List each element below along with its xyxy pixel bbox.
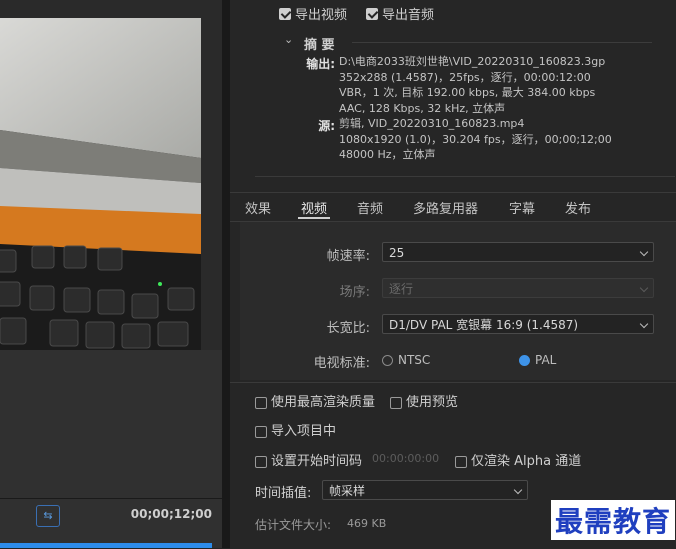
collapse-chevron-icon[interactable]: ⌄ [284,33,293,46]
source-line: 剪辑, VID_20220310_160823.mp4 [339,117,525,130]
output-line: VBR，1 次, 目标 192.00 kbps, 最大 384.00 kbps [339,86,596,99]
use-preview-check-icon[interactable] [390,396,402,409]
aspect-ratio-select[interactable]: D1/DV PAL 宽银幕 16:9 (1.4587) [382,314,654,334]
source-label: 源: [318,119,335,133]
aspect-ratio-label: 长宽比: [326,321,370,336]
output-details: D:\电商2033班刘世艳\VID_20220310_160823.3gp 35… [339,54,605,116]
chevron-down-icon [513,485,523,495]
file-size-value: 469 KB [347,517,387,530]
playback-range-bar[interactable] [0,543,212,548]
use-preview-checkbox[interactable]: 使用预览 [390,391,458,410]
tab-audio[interactable]: 音频 [357,198,383,217]
chevron-down-icon [639,319,649,329]
video-preview-frame [0,18,201,350]
preview-divider [0,498,222,499]
summary-title: 摘 要 [304,38,335,53]
tab-publish[interactable]: 发布 [565,198,591,217]
tab-multiplexer[interactable]: 多路复用器 [413,198,478,217]
output-line: D:\电商2033班刘世艳\VID_20220310_160823.3gp [339,55,606,68]
export-video-check-icon[interactable] [279,7,291,20]
alpha-only-check-icon[interactable] [455,455,467,468]
chevron-down-icon [639,247,649,257]
max-quality-check-icon[interactable] [255,396,267,409]
import-project-checkbox[interactable]: 导入项目中 [255,420,336,439]
tv-standard-label: 电视标准: [313,356,370,371]
output-line: 352x288 (1.4587)，25fps，逐行，00:00:12:00 [339,70,591,84]
summary-divider [352,42,652,43]
output-label: 输出: [306,57,335,71]
tab-video[interactable]: 视频 [301,198,327,217]
ntsc-radio[interactable]: NTSC [382,353,430,367]
start-timecode-checkbox[interactable]: 设置开始时间码 [255,450,362,469]
chevron-down-icon [639,283,649,293]
field-order-select: 逐行 [382,278,654,298]
pal-radio-icon[interactable] [519,354,530,366]
pal-radio[interactable]: PAL [519,353,556,367]
source-line: 1080x1920 (1.0)，30.204 fps，逐行，00;00;12;0… [339,132,612,146]
frame-rate-select[interactable]: 25 [382,242,654,262]
watermark-logo: 最需教育 [551,500,676,540]
source-line: 48000 Hz，立体声 [339,148,436,161]
frame-rate-label: 帧速率: [326,249,370,264]
tab-effects[interactable]: 效果 [245,198,271,217]
ntsc-radio-icon[interactable] [382,354,393,366]
active-tab-indicator [298,217,330,219]
fit-frame-icon[interactable]: ⇆ [36,505,60,527]
time-interpolation-label: 时间插值: [255,486,312,501]
start-timecode-check-icon[interactable] [255,455,267,468]
tab-captions[interactable]: 字幕 [509,198,535,217]
field-order-label: 场序: [339,285,370,300]
time-interpolation-select[interactable]: 帧采样 [322,480,528,500]
export-video-checkbox[interactable]: 导出视频 [279,3,347,23]
start-timecode-value: 00:00:00:00 [372,452,440,465]
file-size-label: 估计文件大小: [255,518,332,532]
alpha-only-checkbox[interactable]: 仅渲染 Alpha 通道 [455,450,581,469]
output-line: AAC, 128 Kbps, 32 kHz, 立体声 [339,101,506,115]
max-quality-checkbox[interactable]: 使用最高渲染质量 [255,391,375,410]
preview-timecode: 00;00;12;00 [130,507,212,521]
export-audio-checkbox[interactable]: 导出音频 [366,3,434,23]
export-audio-check-icon[interactable] [366,7,378,20]
source-details: 剪辑, VID_20220310_160823.mp4 1080x1920 (1… [339,116,612,163]
panel-splitter[interactable] [222,0,230,548]
import-project-check-icon[interactable] [255,425,267,438]
